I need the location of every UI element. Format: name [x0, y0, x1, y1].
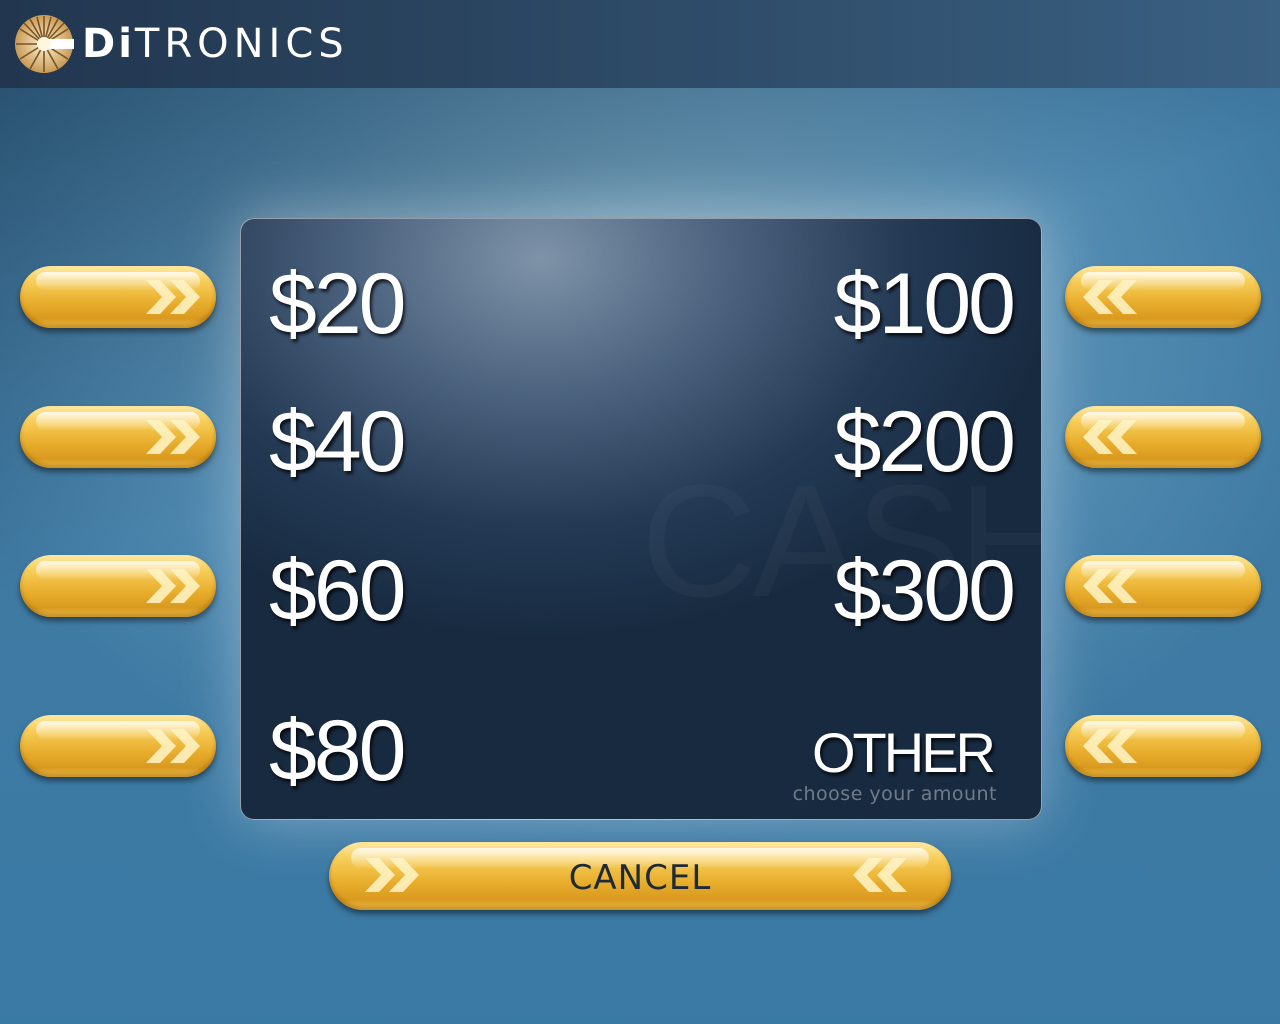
- double-chevron-left-icon: [1083, 569, 1137, 603]
- amount-20: $20: [269, 256, 406, 352]
- double-chevron-right-icon: [146, 280, 200, 314]
- side-button-right-2[interactable]: [1065, 406, 1261, 468]
- side-button-right-4[interactable]: [1065, 715, 1261, 777]
- double-chevron-right-icon: [146, 569, 200, 603]
- side-button-left-1[interactable]: [20, 266, 216, 328]
- side-button-right-1[interactable]: [1065, 266, 1261, 328]
- cancel-button[interactable]: CANCEL: [329, 842, 951, 910]
- amount-200: $200: [833, 394, 1016, 490]
- amount-60: $60: [269, 543, 406, 639]
- amount-40: $40: [269, 394, 406, 490]
- double-chevron-left-icon: [853, 858, 907, 892]
- amount-100: $100: [833, 256, 1016, 352]
- brand-logo: DiTRONICS: [14, 14, 349, 74]
- amount-300: $300: [833, 543, 1016, 639]
- double-chevron-left-icon: [1083, 280, 1137, 314]
- double-chevron-right-icon: [146, 729, 200, 763]
- amount-80: $80: [269, 703, 406, 799]
- brand-name-bold: Di: [82, 21, 135, 67]
- brand-name: DiTRONICS: [82, 14, 349, 74]
- double-chevron-left-icon: [1083, 729, 1137, 763]
- atm-display: CASH $20 $40 $60 $80 $100 $200 $300 OTHE…: [240, 218, 1042, 820]
- header-bar: DiTRONICS: [0, 0, 1280, 88]
- double-chevron-right-icon: [146, 420, 200, 454]
- double-chevron-left-icon: [1083, 420, 1137, 454]
- side-button-right-3[interactable]: [1065, 555, 1261, 617]
- side-button-left-3[interactable]: [20, 555, 216, 617]
- other-amount-sublabel: choose your amount: [792, 783, 997, 805]
- sunburst-logo-icon: [15, 15, 74, 73]
- side-button-left-4[interactable]: [20, 715, 216, 777]
- other-amount-label: OTHER: [812, 721, 996, 784]
- brand-name-rest: TRONICS: [134, 21, 349, 67]
- side-button-left-2[interactable]: [20, 406, 216, 468]
